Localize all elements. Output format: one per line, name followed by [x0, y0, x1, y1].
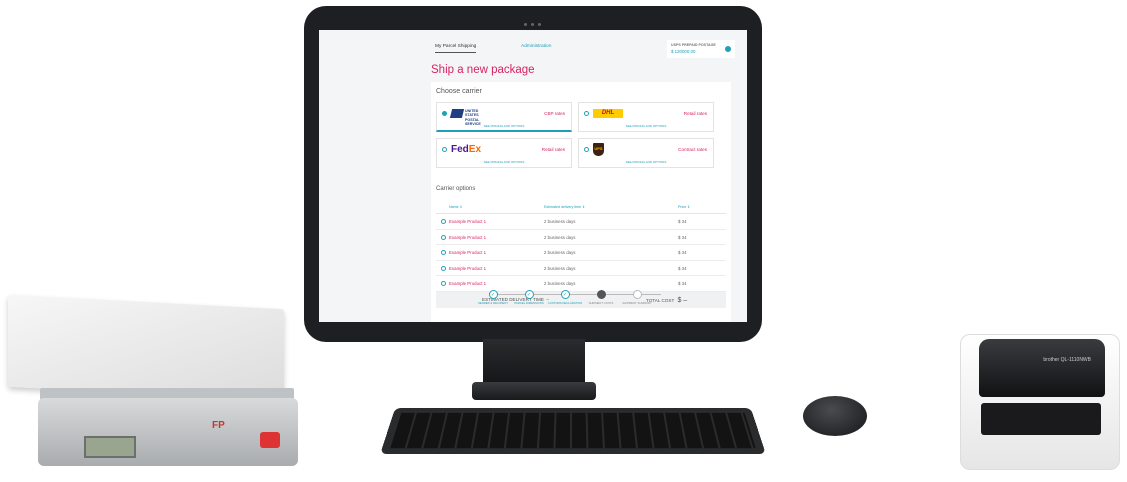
printer-label-slot: [981, 403, 1101, 435]
check-icon: ✓: [488, 290, 498, 299]
monitor-stand-neck: [483, 339, 585, 386]
carrier-options-heading: Carrier options: [436, 186, 476, 192]
balance-label: USPS PREPAID POSTAGE: [671, 43, 716, 47]
carrier-radio[interactable]: [584, 147, 589, 152]
choose-carrier-heading: Choose carrier: [436, 88, 482, 95]
ship-form-card: Choose carrier UNITED STATES POSTAL SERV…: [431, 82, 731, 322]
balance-value: $ 120000.00: [671, 49, 696, 54]
row-price: $ 34: [678, 250, 687, 255]
table-header: Name ⇕ Estimated delivery time ⇕ Price ⇕: [436, 201, 726, 214]
step-customs-declaration[interactable]: ✓ CUSTOMS DECLARATION: [547, 290, 583, 305]
postage-balance: USPS PREPAID POSTAGE $ 120000.00: [667, 40, 735, 58]
shipping-scale: [38, 398, 298, 466]
carrier-radio[interactable]: [442, 147, 447, 152]
row-radio[interactable]: [441, 281, 446, 286]
carrier-rate: CBP rates: [544, 111, 565, 116]
col-name[interactable]: Name ⇕: [449, 205, 463, 209]
progress-stepper: ✓ SENDER & RECIPIENT ✓ PARCEL DIMENSIONS…: [478, 290, 669, 322]
add-funds-icon[interactable]: [725, 46, 731, 52]
carrier-option-ups[interactable]: UPS Contract rates SEE PRICING AND OPTIO…: [578, 138, 714, 168]
carrier-rate: Contract rates: [678, 147, 707, 152]
screen: My Parcel Shipping Administration USPS P…: [319, 30, 747, 322]
scale-display: [84, 436, 136, 458]
step-shipment-costs[interactable]: SHIPMENT COSTS: [583, 290, 619, 305]
carrier-sub-link[interactable]: SEE PRICING AND OPTIONS: [437, 124, 571, 128]
row-name: Example Product 1: [449, 281, 487, 286]
carrier-radio[interactable]: [584, 111, 589, 116]
tab-administration[interactable]: Administration: [521, 44, 551, 49]
row-name: Example Product 1: [449, 234, 487, 240]
carrier-sub-link[interactable]: SEE PRICING AND OPTIONS: [437, 160, 571, 164]
step-parcel-dimensions[interactable]: ✓ PARCEL DIMENSIONS: [511, 290, 547, 305]
row-time: 2 business days: [544, 250, 576, 255]
row-price: $ 34: [678, 265, 687, 271]
row-radio[interactable]: [441, 234, 446, 240]
row-price: $ 34: [678, 281, 687, 286]
table-row[interactable]: Example Product 1 2 business days $ 34: [436, 214, 726, 230]
check-icon: ✓: [524, 290, 534, 299]
parcel-box: [8, 294, 284, 402]
top-bar: My Parcel Shipping Administration USPS P…: [431, 38, 741, 60]
scale-brand-logo: FP: [212, 420, 225, 431]
step-sender-recipient[interactable]: ✓ SENDER & RECIPIENT: [475, 290, 511, 305]
table-row[interactable]: Example Product 1 2 business days $ 34: [436, 245, 726, 261]
row-radio[interactable]: [441, 265, 446, 271]
printer-lid: brother QL-1110NWB: [979, 339, 1105, 397]
row-price: $ 34: [678, 219, 687, 224]
table-row[interactable]: Example Product 1 2 business days $ 34: [436, 261, 726, 276]
step-shipment-summary[interactable]: SHIPMENT SUMMARY: [619, 290, 655, 305]
carrier-rate: Retail rates: [541, 147, 565, 152]
keyboard: [380, 407, 766, 454]
fedex-logo-icon: FedEx: [451, 144, 482, 155]
printer-model-label: brother QL-1110NWB: [1043, 357, 1091, 363]
webcam-dots: [522, 13, 546, 26]
row-radio[interactable]: [441, 250, 446, 255]
carrier-sub-link[interactable]: SEE PRICING AND OPTIONS: [579, 124, 713, 128]
row-name: Example Product 1: [449, 219, 487, 224]
pending-step-icon: [632, 290, 642, 299]
row-time: 2 business days: [544, 234, 576, 240]
usps-logo-icon: UNITED STATES POSTAL SERVICE: [449, 108, 493, 126]
row-radio[interactable]: [441, 219, 446, 224]
carrier-radio[interactable]: [442, 111, 447, 116]
monitor: My Parcel Shipping Administration USPS P…: [304, 6, 762, 342]
tab-my-parcel-shipping[interactable]: My Parcel Shipping: [435, 44, 477, 53]
mouse: [803, 396, 867, 436]
ups-logo-icon: UPS: [593, 143, 604, 156]
carrier-rate: Retail rates: [683, 111, 707, 116]
row-time: 2 business days: [544, 219, 576, 224]
carrier-sub-link[interactable]: SEE PRICING AND OPTIONS: [579, 160, 713, 164]
row-name: Example Product 1: [449, 265, 487, 271]
col-price[interactable]: Price ⇕: [678, 205, 690, 209]
scale-tare-button: [260, 432, 280, 448]
check-icon: ✓: [560, 290, 570, 299]
table-row[interactable]: Example Product 1 2 business days $ 34: [436, 230, 726, 245]
label-printer: brother QL-1110NWB: [960, 334, 1120, 470]
row-price: $ 34: [678, 234, 687, 240]
row-time: 2 business days: [544, 281, 576, 286]
shipping-app: My Parcel Shipping Administration USPS P…: [431, 38, 741, 322]
carrier-option-fedex[interactable]: FedEx Retail rates SEE PRICING AND OPTIO…: [436, 138, 572, 168]
monitor-stand-base: [472, 382, 596, 400]
col-delivery-time[interactable]: Estimated delivery time ⇕: [544, 205, 585, 209]
dhl-logo-icon: DHL: [593, 109, 623, 118]
page-title: Ship a new package: [431, 64, 535, 76]
row-time: 2 business days: [544, 265, 576, 271]
current-step-icon: [596, 290, 606, 299]
carrier-option-dhl[interactable]: DHL Retail rates SEE PRICING AND OPTIONS: [578, 102, 714, 132]
carrier-option-usps[interactable]: UNITED STATES POSTAL SERVICE CBP rates S…: [436, 102, 572, 132]
row-name: Example Product 1: [449, 250, 487, 255]
